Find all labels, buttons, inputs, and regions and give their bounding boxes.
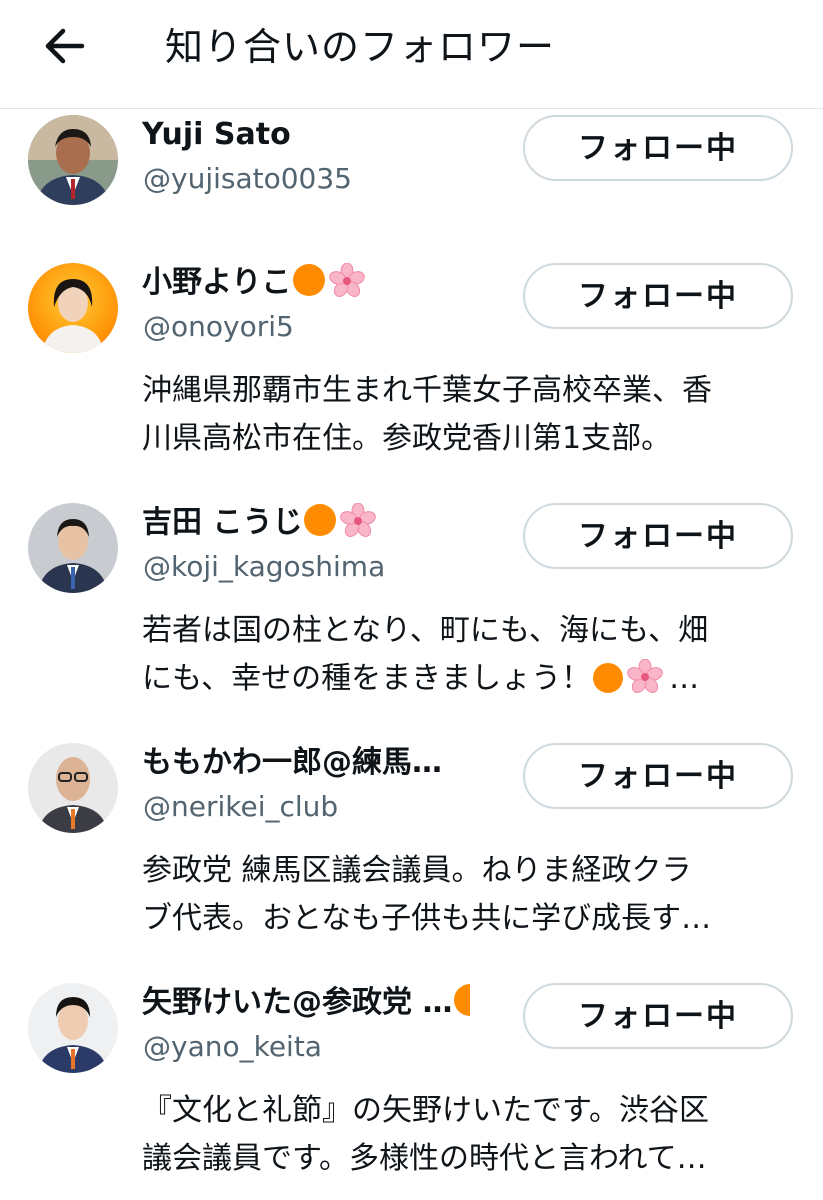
avatar[interactable] <box>28 263 118 353</box>
avatar[interactable] <box>28 743 118 833</box>
bio-line: 沖縄県那覇市生まれ千葉女子高校卒業、香 <box>142 373 712 408</box>
user-name[interactable]: 矢野けいた@参政党 … <box>142 983 471 1023</box>
arrow-left-icon <box>45 28 85 64</box>
avatar[interactable] <box>28 115 118 205</box>
user-handle[interactable]: @onoyori5 <box>143 309 294 345</box>
user-handle[interactable]: @nerikei_club <box>143 789 338 825</box>
back-button[interactable] <box>38 24 90 68</box>
avatar[interactable] <box>28 983 118 1073</box>
avatar[interactable] <box>28 503 118 593</box>
page-title: 知り合いのフォロワー <box>165 25 556 69</box>
bio-line: にも、幸せの種をまきましょう！ … <box>142 655 802 703</box>
bio-line: 議会議員です。多様性の時代と言われて… <box>142 1141 707 1176</box>
user-bio: 若者は国の柱となり、町にも、海にも、畑 にも、幸せの種をまきましょう！ … <box>142 607 802 703</box>
user-bio: 『文化と礼節』の矢野けいたです。渋谷区 議会議員です。多様性の時代と言われて… <box>142 1087 802 1183</box>
bio-ellipsis: … <box>669 661 700 696</box>
user-handle[interactable]: @yujisato0035 <box>143 161 352 197</box>
user-bio: 参政党 練馬区議会議員。ねりま経政クラ ブ代表。おとなも子供も共に学び成長す… <box>142 847 802 943</box>
user-name[interactable]: ももかわ一郎@練馬… <box>142 743 507 783</box>
user-name-text: 吉田 こうじ <box>142 505 303 540</box>
bio-line: ブ代表。おとなも子供も共に学び成長す… <box>142 901 712 936</box>
following-button[interactable]: フォロー中 <box>523 115 793 181</box>
bio-line-text: にも、幸せの種をまきましょう！ <box>142 661 592 696</box>
bio-line: 若者は国の柱となり、町にも、海にも、畑 <box>142 613 709 648</box>
cherry-blossom-icon <box>329 263 366 299</box>
orange-circle-icon <box>304 504 337 536</box>
orange-circle-icon <box>454 984 471 1016</box>
user-name[interactable]: Yuji Sato <box>142 115 291 155</box>
following-button[interactable]: フォロー中 <box>523 263 793 329</box>
top-bar: 知り合いのフォロワー <box>0 0 823 109</box>
user-name-text: 矢野けいた@参政党 … <box>142 985 453 1020</box>
bio-line: 川県高松市在住。参政党香川第1支部。 <box>142 421 672 456</box>
cherry-blossom-icon <box>627 659 663 695</box>
user-handle[interactable]: @yano_keita <box>143 1029 322 1065</box>
orange-circle-icon <box>593 663 624 693</box>
user-name[interactable]: 吉田 こうじ <box>142 503 377 543</box>
following-button[interactable]: フォロー中 <box>523 503 793 569</box>
user-bio: 沖縄県那覇市生まれ千葉女子高校卒業、香 川県高松市在住。参政党香川第1支部。 <box>142 367 802 463</box>
bio-line: 参政党 練馬区議会議員。ねりま経政クラ <box>142 853 692 888</box>
user-name[interactable]: 小野よりこ <box>142 263 366 303</box>
user-name-text: 小野よりこ <box>142 265 292 300</box>
following-button[interactable]: フォロー中 <box>523 983 793 1049</box>
cherry-blossom-icon <box>340 503 377 539</box>
orange-circle-icon <box>293 264 326 296</box>
user-handle[interactable]: @koji_kagoshima <box>143 549 385 585</box>
following-button[interactable]: フォロー中 <box>523 743 793 809</box>
bio-line: 『文化と礼節』の矢野けいたです。渋谷区 <box>142 1093 709 1128</box>
